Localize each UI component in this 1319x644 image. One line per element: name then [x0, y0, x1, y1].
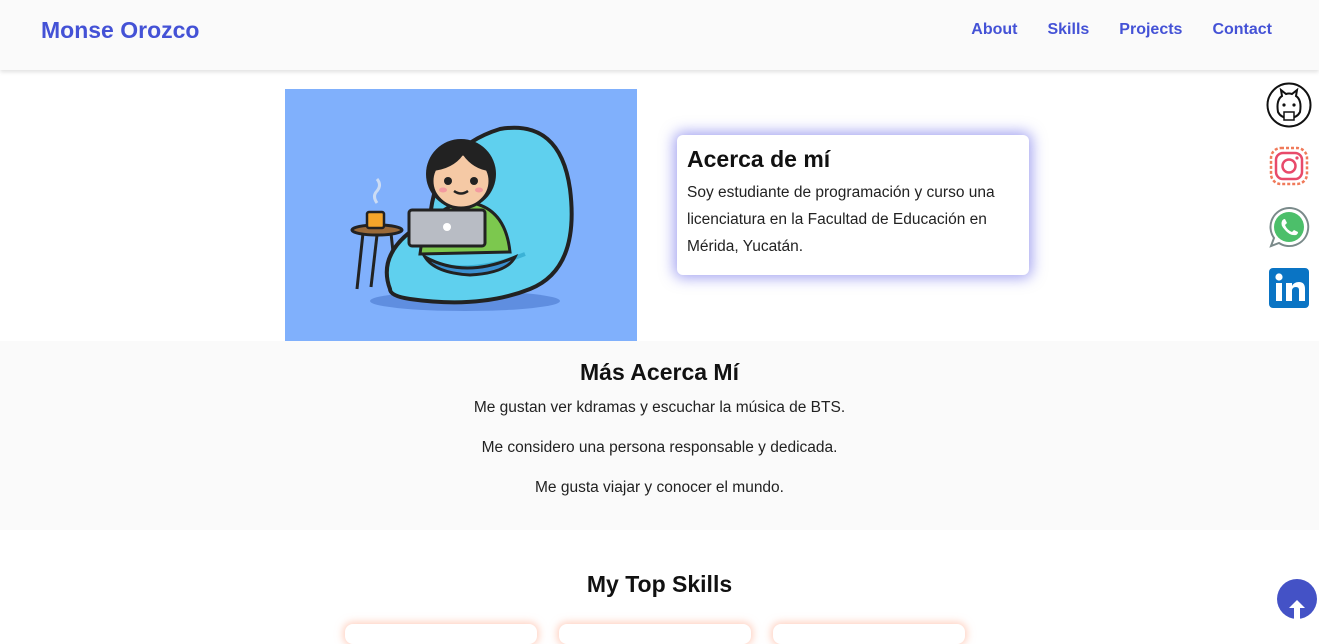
more-about-title: Más Acerca Mí: [580, 359, 739, 385]
instagram-icon[interactable]: [1266, 143, 1312, 189]
skills-title: My Top Skills: [586, 571, 733, 597]
about-title: Acerca de mí: [687, 146, 831, 172]
more-about-line: Me gustan ver kdramas y escuchar la músi…: [473, 399, 846, 416]
nav-link-projects[interactable]: Projects: [1119, 21, 1182, 39]
whatsapp-icon[interactable]: [1266, 204, 1312, 250]
nav-link-skills[interactable]: Skills: [1047, 21, 1089, 39]
nav-link-contact[interactable]: Contact: [1212, 21, 1272, 39]
linkedin-icon[interactable]: [1266, 265, 1312, 311]
about-card: Acerca de mí Soy estudiante de programac…: [677, 135, 1029, 275]
skill-card: [345, 624, 537, 644]
social-links: [1259, 82, 1319, 326]
brand-link[interactable]: Monse Orozco: [41, 17, 199, 44]
navbar: Monse Orozco About Skills Projects Conta…: [0, 0, 1319, 70]
about-text: Soy estudiante de programación y curso u…: [687, 184, 995, 255]
nav-link-about[interactable]: About: [971, 21, 1017, 39]
nav-links: About Skills Projects Contact: [941, 21, 1272, 39]
more-about-section: Más Acerca Mí Me gustan ver kdramas y es…: [0, 341, 1319, 530]
github-icon[interactable]: [1266, 82, 1312, 128]
more-about-line: Me considero una persona responsable y d…: [481, 439, 838, 456]
girl-with-laptop-illustration: [350, 125, 574, 311]
skill-card: [773, 624, 965, 644]
arrow-up-icon: [1289, 600, 1305, 619]
more-about-line: Me gusta viajar y conocer el mundo.: [535, 479, 784, 496]
skill-card: [559, 624, 751, 644]
hero-illustration: [285, 89, 637, 341]
scroll-top-button[interactable]: [1277, 579, 1317, 619]
